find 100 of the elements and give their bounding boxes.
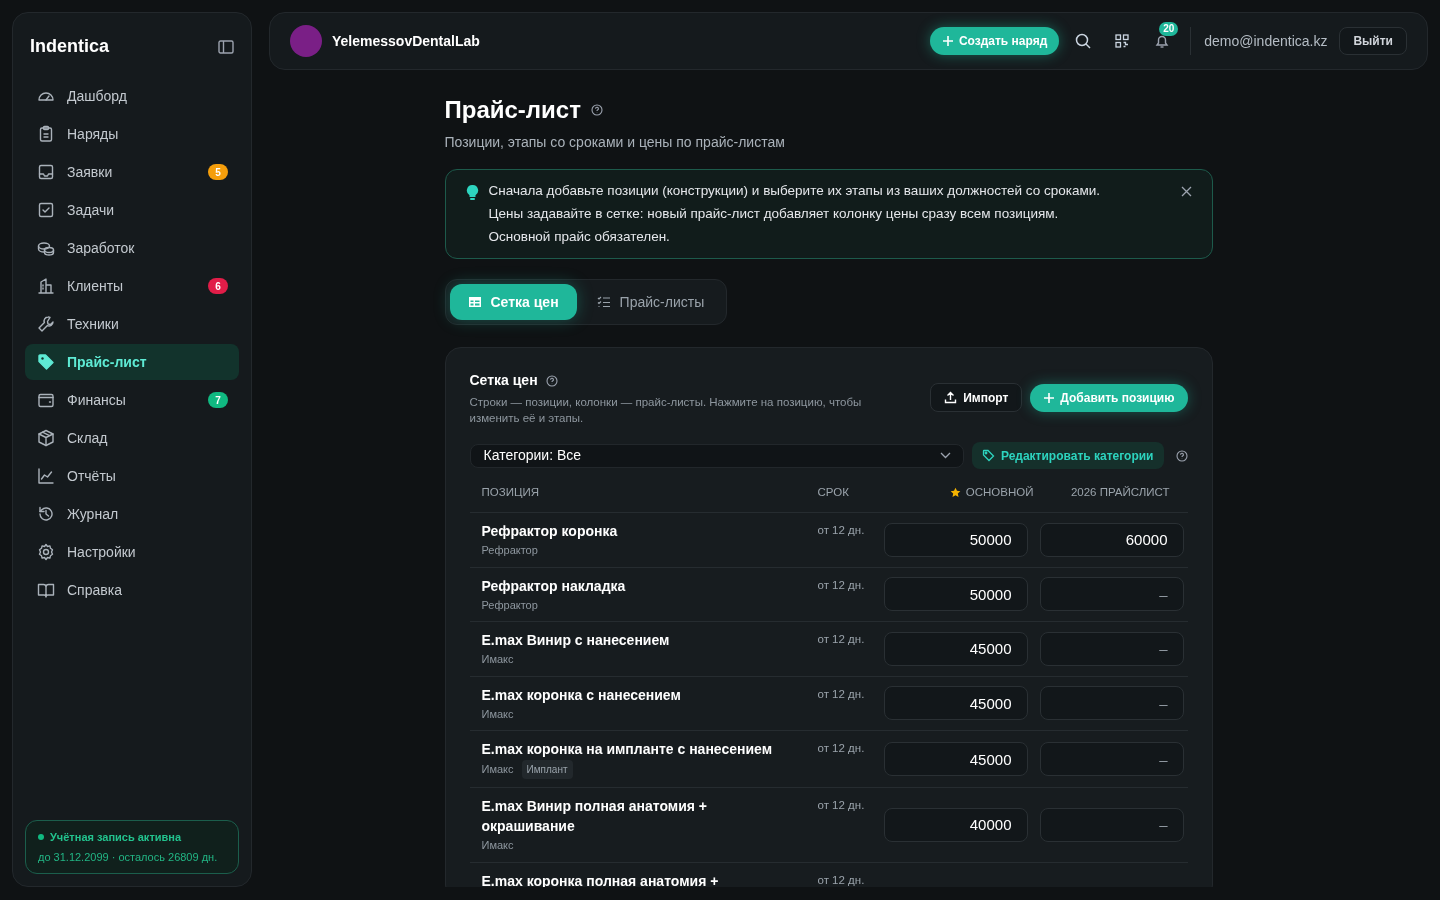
sidebar-item[interactable]: Финансы 7 [25,382,239,418]
help-icon[interactable] [545,374,558,387]
position-name[interactable]: E.max Винир с нанесением [481,630,778,650]
position-category: Имакс [481,706,514,722]
tag-icon [981,449,995,462]
column-header: СРОК [817,484,849,500]
column-header: 2026 ПРАЙСЛИСТ [1070,484,1170,500]
price-field[interactable]: – [1039,631,1184,666]
building-icon [37,277,55,295]
sidebar-item[interactable]: Настройки [25,534,239,570]
lead-time: от 12 дн. [817,523,866,538]
org-name: YelemessovDentalLab [332,31,480,51]
checklist-icon [596,296,611,308]
sidebar-item[interactable]: Задачи [25,192,239,228]
lead-time: от 12 дн. [817,577,866,593]
price-field[interactable]: – [1039,807,1184,842]
tag-icon [37,353,55,371]
sidebar-item[interactable]: Отчёты [25,458,239,494]
bell-icon[interactable] [1154,33,1171,49]
price-field[interactable]: 60000 [1039,522,1184,557]
qr-code-icon[interactable] [1115,34,1130,48]
settings-icon [37,543,55,561]
category-select[interactable]: Категории: Все [469,443,964,468]
logout-button[interactable]: Выйти [1339,27,1407,55]
lightbulb-icon [465,185,479,201]
help-icon[interactable] [1175,449,1188,462]
sidebar-item[interactable]: Техники [25,306,239,342]
chevron-down-icon [939,452,951,459]
notice-text: Сначала добавьте позиции (конструкции) и выберите их этапы из ваших должностей со сроками. [488,182,1101,200]
sidebar-item[interactable]: Клиенты 6 [25,268,239,304]
sidebar-item[interactable]: Заработок [25,230,239,266]
price-field[interactable]: – [1039,577,1184,612]
page-subtitle: Позиции, этапы со сроками и цены по прайс-листам [444,133,786,152]
category-tag: Имплант [521,760,573,779]
price-field[interactable]: – [1039,686,1184,721]
account-status: Учётная запись активна [50,830,182,845]
box-icon [37,429,55,447]
search-icon[interactable] [1075,33,1092,49]
coins-icon [37,239,55,257]
position-name[interactable]: E.max Винир полная анатомия + окрашивание [481,796,778,836]
lead-time: от 12 дн. [817,741,866,756]
price-field[interactable]: 50000 [883,522,1028,557]
wrench-icon [37,315,55,333]
lead-time: от 12 дн. [817,686,866,702]
sidebar-item[interactable]: Прайс-лист [25,344,239,380]
wallet-icon [37,391,55,409]
sidebar-item[interactable]: Дашборд [25,78,239,114]
table-icon [467,296,482,308]
app-logo: Indentica [30,35,109,58]
card-description: Строки — позиции, колонки — прайс-листы. Нажмите на позицию, чтобы изменить её и этапы. [469,395,863,426]
price-field[interactable]: – [1039,742,1184,776]
sidebar-item[interactable]: Склад [25,420,239,456]
sidebar-item[interactable]: Журнал [25,496,239,532]
sidebar-toggle-icon[interactable] [218,39,234,54]
position-name[interactable]: E.max коронка на импланте с нанесением [481,739,778,759]
inbox-icon [37,163,55,181]
notice-text: Основной прайс обязателен. [488,228,671,246]
help-icon[interactable] [590,104,603,116]
clipboard-icon [37,125,55,143]
lead-time: от 12 дн. [817,632,866,647]
count-badge: 7 [208,392,228,408]
column-header: ОСНОВНОЙ [965,484,1034,500]
page-title: Прайс-лист [444,95,581,125]
count-badge: 6 [208,278,228,294]
plus-icon [1043,391,1056,404]
card-title: Сетка цен [469,371,538,390]
notification-count: 20 [1159,22,1179,36]
position-category: Рефрактор [481,597,538,613]
upload-icon [944,391,958,404]
price-field[interactable]: 50000 [883,577,1028,612]
position-category: Рефрактор [481,543,538,558]
price-field[interactable]: 45000 [883,686,1028,721]
user-email: demo@indentica.kz [1204,31,1328,51]
sidebar-item[interactable]: Заявки 5 [25,154,239,190]
import-button[interactable]: Импорт [930,383,1023,412]
position-name[interactable]: Рефрактор накладка [481,575,778,596]
checkbox-icon [37,201,55,219]
lead-time: от 12 дн. [817,872,866,887]
sidebar-item[interactable]: Справка [25,572,239,608]
org-avatar [290,25,322,57]
position-category: Имакс [481,838,514,853]
view-tab[interactable]: Прайс-листы [578,284,723,320]
lead-time: от 12 дн. [817,798,866,813]
history-icon [37,505,55,523]
edit-categories-button[interactable]: Редактировать категории [971,442,1164,469]
position-name[interactable]: E.max коронка с нанесением [481,684,778,705]
close-icon[interactable] [1180,186,1192,197]
price-field[interactable]: 45000 [883,631,1028,666]
sidebar-item[interactable]: Наряды [25,116,239,152]
plus-icon [941,35,954,47]
line-chart-icon [37,467,55,485]
position-category: Имакс [481,762,514,778]
column-header: ПОЗИЦИЯ [481,484,539,500]
position-category: Имакс [481,652,514,667]
count-badge: 5 [208,164,228,180]
price-field[interactable]: 40000 [883,807,1028,842]
price-field[interactable]: 45000 [883,742,1028,776]
book-icon [37,581,55,599]
account-expiry: до 31.12.2099 · осталось 26809 дн. [38,849,219,865]
position-name[interactable]: Рефрактор коронка [481,521,778,541]
